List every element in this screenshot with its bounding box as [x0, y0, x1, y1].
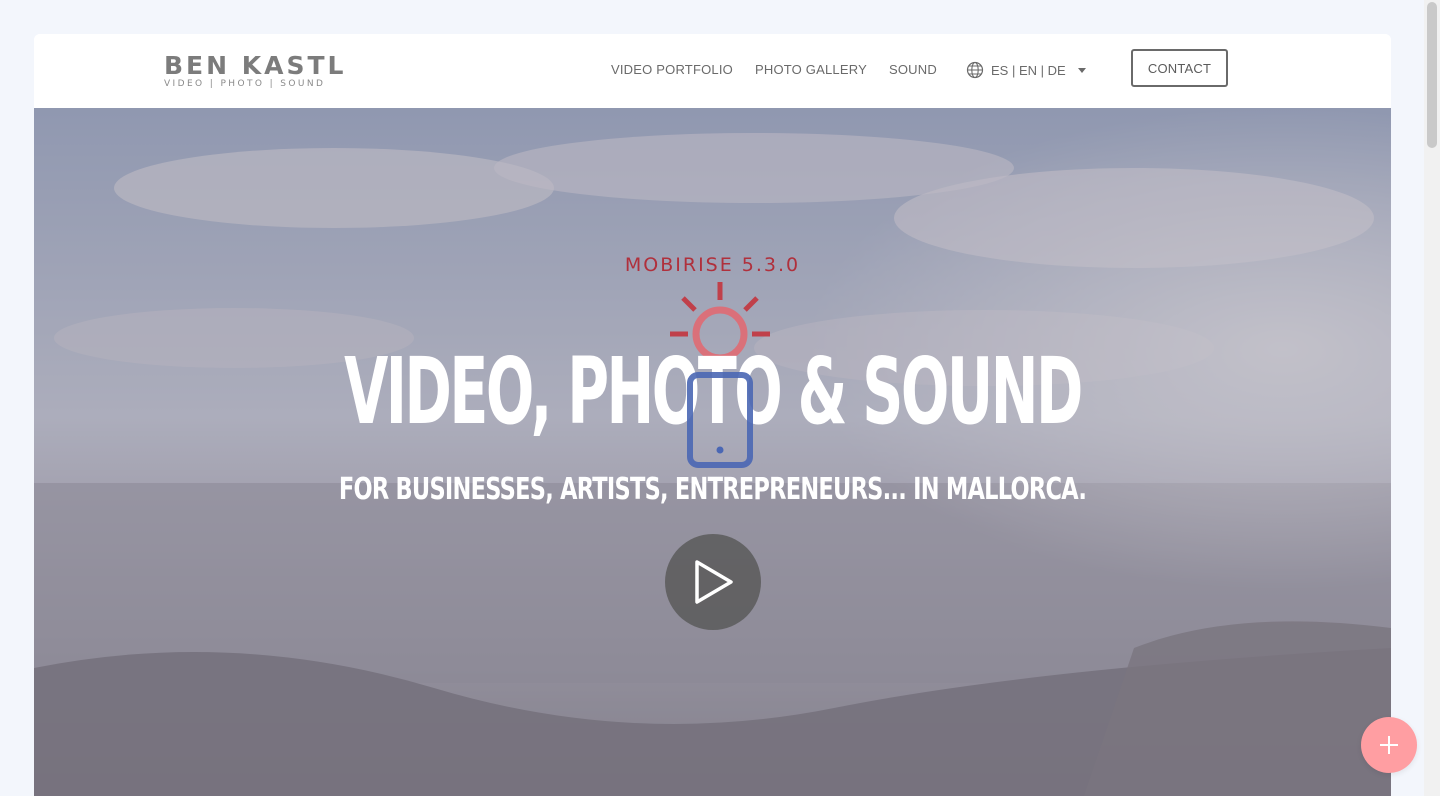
navbar: BEN KASTL VIDEO | PHOTO | SOUND VIDEO PO…	[34, 34, 1391, 108]
version-label: MOBIRISE 5.3.0	[624, 254, 801, 276]
tablet-icon	[687, 372, 753, 468]
nav-video-portfolio[interactable]: VIDEO PORTFOLIO	[611, 62, 733, 77]
hero-section: MOBIRISE 5.3.0 VIDEO, PHOTO & SOUND FOR …	[34, 108, 1391, 796]
brand-logo[interactable]: BEN KASTL VIDEO | PHOTO | SOUND	[164, 51, 347, 90]
brand-title: BEN KASTL	[164, 51, 347, 80]
play-button[interactable]	[665, 534, 761, 630]
brand-subtitle: VIDEO | PHOTO | SOUND	[164, 79, 326, 89]
play-icon	[695, 560, 733, 604]
hero-content: MOBIRISE 5.3.0 VIDEO, PHOTO & SOUND FOR …	[34, 108, 1391, 796]
nav-sound[interactable]: SOUND	[889, 62, 937, 77]
nav-photo-gallery[interactable]: PHOTO GALLERY	[755, 62, 867, 77]
add-block-button[interactable]	[1361, 717, 1417, 773]
plus-icon	[1380, 736, 1398, 754]
language-label: ES | EN | DE	[991, 62, 1066, 78]
hero-subtitle: FOR BUSINESSES, ARTISTS, ENTREPRENEURS..…	[338, 472, 1087, 507]
globe-icon	[966, 61, 984, 79]
language-switcher[interactable]: ES | EN | DE	[966, 61, 1086, 79]
chevron-down-icon	[1077, 67, 1086, 73]
scrollbar-thumb[interactable]	[1427, 2, 1437, 148]
page-frame: BEN KASTL VIDEO | PHOTO | SOUND VIDEO PO…	[34, 34, 1391, 796]
contact-button[interactable]: CONTACT	[1131, 49, 1228, 87]
